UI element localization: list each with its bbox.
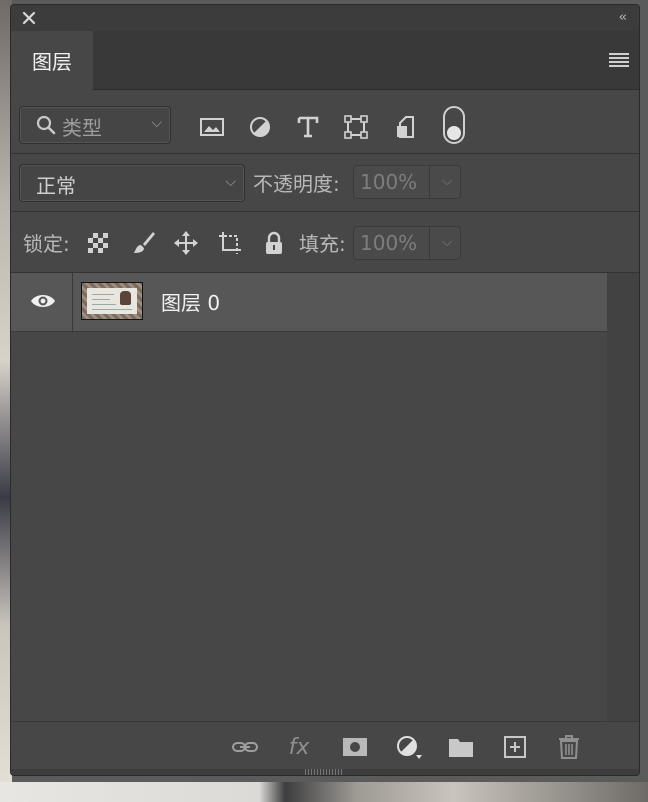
- chevron-down-icon: ⌵: [151, 115, 162, 131]
- lock-position-icon[interactable]: [173, 230, 199, 256]
- lock-image-pixels-icon[interactable]: [131, 230, 157, 256]
- opacity-field[interactable]: 100% ⌵: [353, 165, 461, 199]
- image-filter-icon[interactable]: [199, 114, 225, 140]
- search-icon: [36, 115, 56, 135]
- layer-row[interactable]: 图层 0: [11, 273, 607, 332]
- chevron-down-icon: ⌵: [225, 174, 236, 190]
- filter-toggle[interactable]: [443, 106, 465, 144]
- collapse-panel-icon[interactable]: ‹‹: [619, 10, 628, 25]
- fill-field[interactable]: 100% ⌵: [353, 226, 461, 260]
- adjustment-filter-icon[interactable]: [247, 114, 273, 140]
- filter-row: 类型 ⌵: [11, 90, 639, 154]
- layer-thumbnail: [81, 282, 143, 320]
- filter-kind-select[interactable]: 类型 ⌵: [19, 106, 171, 144]
- background-photo-bottom: [0, 782, 648, 802]
- panel-menu-icon[interactable]: [609, 53, 629, 67]
- link-layers-icon[interactable]: [231, 734, 259, 760]
- panel-tabbar: 图层: [11, 31, 639, 90]
- chevron-down-icon[interactable]: ⌵: [442, 235, 452, 250]
- lock-transparent-pixels-icon[interactable]: [85, 230, 111, 256]
- new-group-icon[interactable]: [447, 734, 475, 760]
- smart-object-filter-icon[interactable]: [393, 114, 419, 140]
- eye-icon[interactable]: [29, 291, 57, 311]
- lock-all-icon[interactable]: [261, 230, 287, 256]
- fill-value: 100%: [360, 231, 418, 255]
- blend-row: 正常 ⌵ 不透明度: 100% ⌵: [11, 154, 639, 212]
- shape-filter-icon[interactable]: [343, 114, 369, 140]
- type-filter-icon[interactable]: [295, 114, 321, 140]
- chevron-down-icon[interactable]: ⌵: [442, 174, 452, 189]
- close-icon[interactable]: [21, 10, 37, 26]
- opacity-label: 不透明度:: [253, 172, 340, 196]
- toggle-knob: [447, 126, 461, 140]
- tab-layers[interactable]: 图层: [11, 31, 93, 90]
- lock-label: 锁定:: [23, 232, 70, 256]
- layer-name[interactable]: 图层 0: [161, 287, 220, 316]
- delete-icon[interactable]: [555, 734, 583, 760]
- fx-icon[interactable]: fx: [285, 734, 313, 760]
- lock-artboard-icon[interactable]: [217, 230, 243, 256]
- panel-titlebar: ‹‹: [11, 5, 639, 31]
- fill-label: 填充:: [299, 232, 346, 256]
- lock-row: 锁定: 填充: 100% ⌵: [11, 212, 639, 273]
- layers-panel: ‹‹ 图层 类型 ⌵ 正常 ⌵ 不透明度: 100% ⌵ 锁定: 填充: 100…: [10, 4, 640, 776]
- fx-label: fx: [288, 734, 310, 760]
- filter-kind-label: 类型: [62, 116, 102, 140]
- layers-scrollbar[interactable]: [607, 273, 639, 721]
- layer-mask-icon[interactable]: [341, 734, 369, 760]
- blend-mode-value: 正常: [36, 174, 76, 198]
- tab-layers-label: 图层: [32, 50, 72, 74]
- layers-list: 图层 0: [11, 273, 639, 721]
- blend-mode-select[interactable]: 正常 ⌵: [19, 164, 245, 202]
- layers-bottom-toolbar: fx: [11, 721, 639, 770]
- resize-grip[interactable]: [11, 769, 639, 775]
- adjustment-layer-icon[interactable]: [395, 734, 423, 760]
- opacity-value: 100%: [360, 170, 418, 194]
- new-layer-icon[interactable]: [501, 734, 529, 760]
